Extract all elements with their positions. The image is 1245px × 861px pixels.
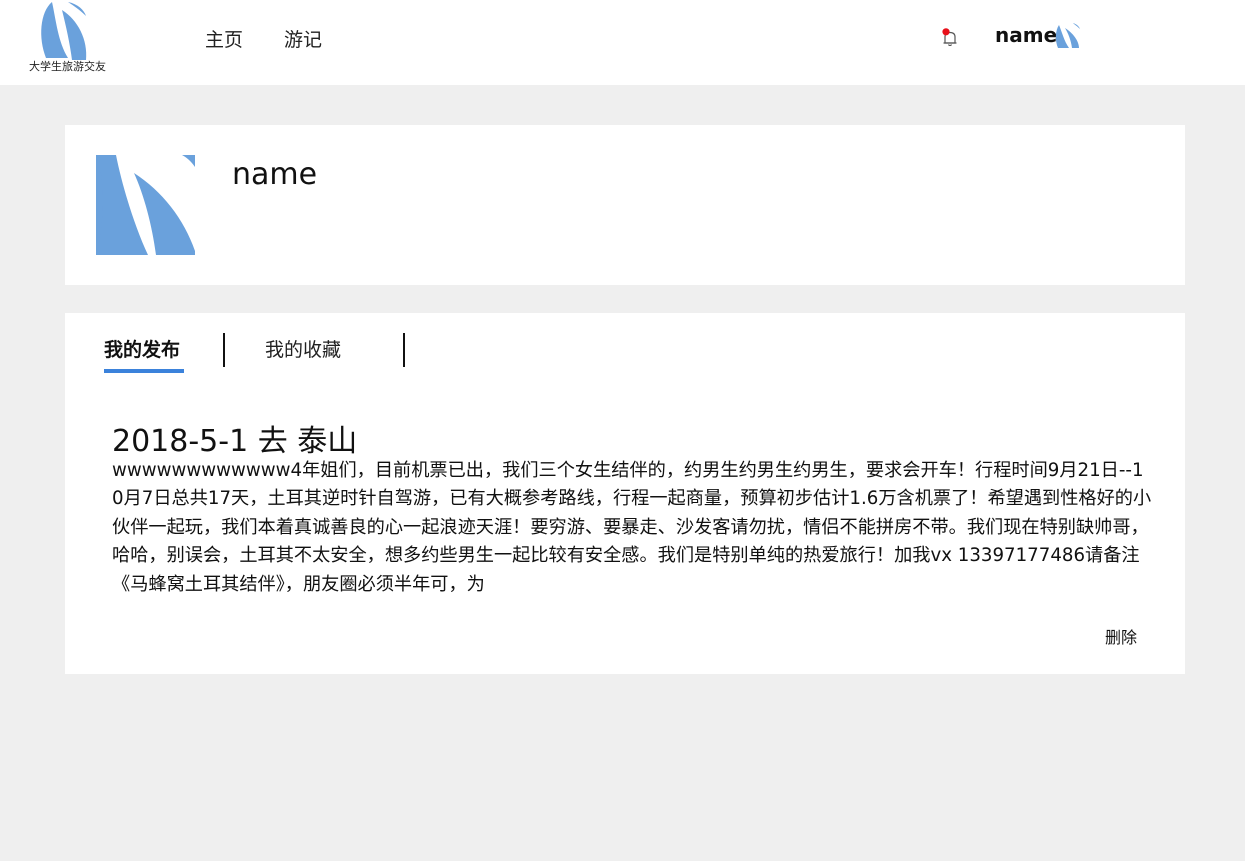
tab-divider	[403, 333, 405, 367]
delete-button[interactable]: 删除	[1105, 624, 1137, 648]
post-title[interactable]: 2018-5-1 去 泰山	[112, 416, 357, 460]
header-avatar[interactable]	[1055, 23, 1081, 53]
sail-logo-icon	[41, 2, 87, 60]
active-tab-indicator	[104, 369, 184, 373]
site-logo[interactable]: 大学生旅游交友	[26, 0, 106, 76]
profile-card: name	[65, 125, 1185, 285]
tab-my-posts[interactable]: 我的发布	[104, 335, 180, 362]
nav-travel-notes[interactable]: 游记	[284, 25, 322, 52]
tab-divider	[223, 333, 225, 367]
profile-name: name	[232, 157, 318, 192]
top-navbar: 大学生旅游交友 主页 游记 name	[0, 0, 1245, 85]
header-user-name[interactable]: name	[995, 23, 1057, 47]
post-body: wwwwwwwwwwww4年姐们，目前机票已出，我们三个女生结伴的，约男生约男生…	[112, 460, 1152, 595]
posts-panel: 我的发布 我的收藏 2018-5-1 去 泰山 wwwwwwwwwwww4年姐们…	[65, 313, 1185, 674]
notification-dot	[942, 28, 950, 36]
tab-my-favorites[interactable]: 我的收藏	[265, 335, 341, 362]
profile-avatar[interactable]	[96, 155, 195, 255]
nav-home[interactable]: 主页	[205, 25, 243, 52]
bell-icon[interactable]	[940, 28, 960, 48]
logo-text: 大学生旅游交友	[29, 60, 106, 73]
